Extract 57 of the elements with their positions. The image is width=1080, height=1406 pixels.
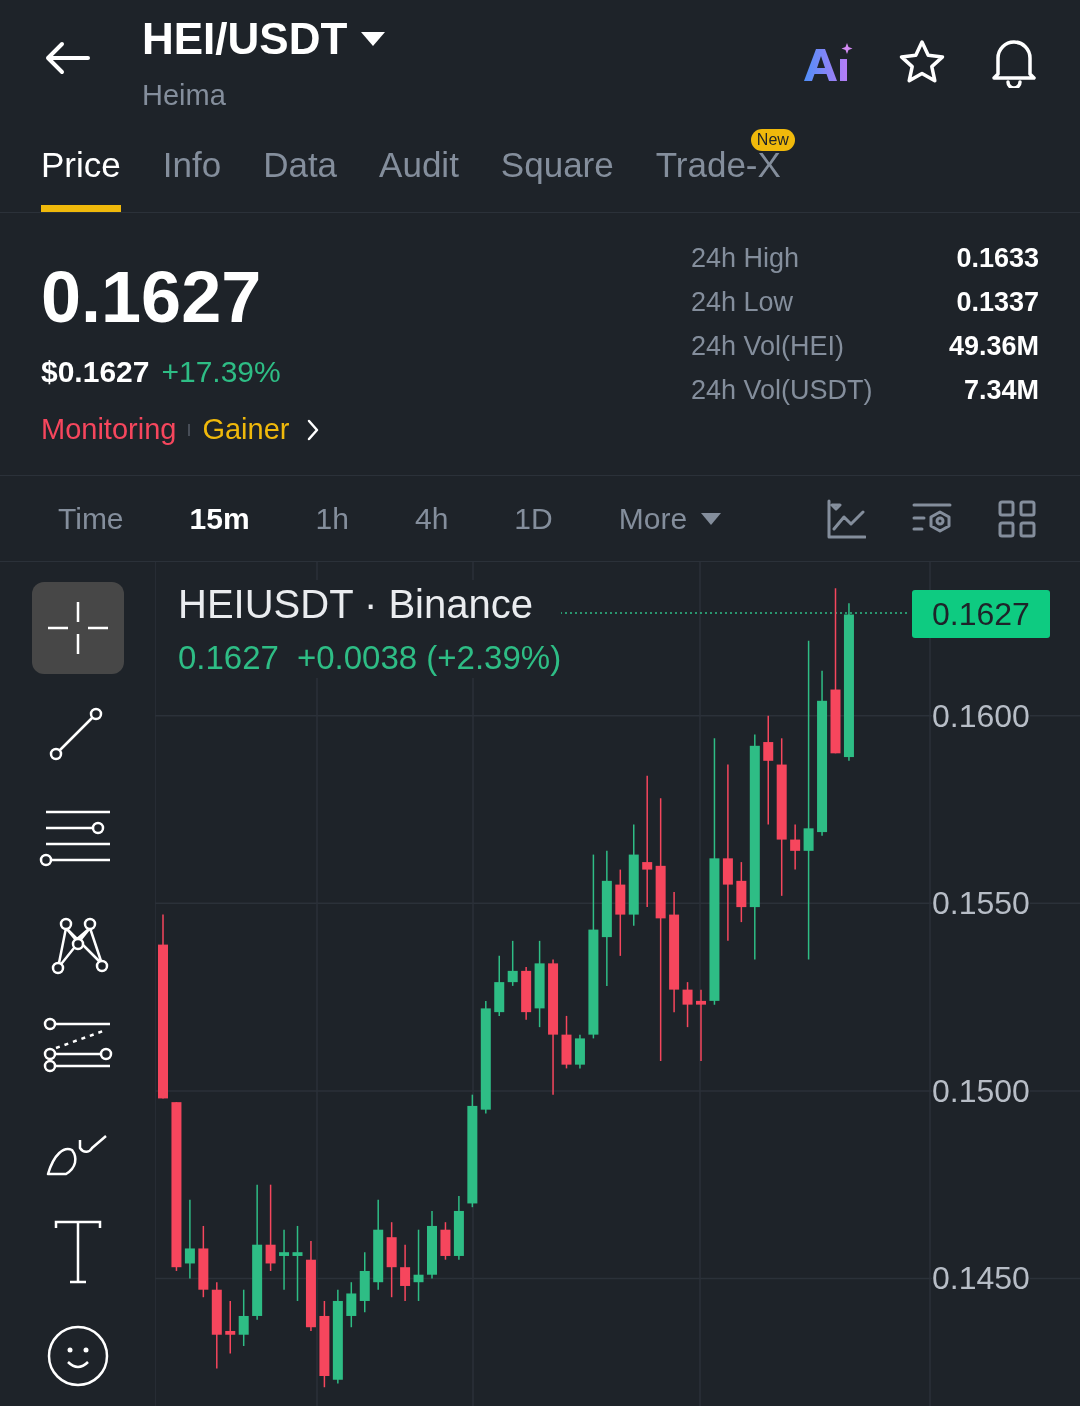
- tab[interactable]: Square: [500, 115, 614, 212]
- candle: [682, 981, 693, 1028]
- percent-change: +17.39%: [161, 354, 281, 390]
- price-change: +0.0038 (+2.39%): [296, 638, 562, 678]
- crosshair-tool-icon[interactable]: [31, 582, 124, 674]
- candle: [790, 823, 801, 871]
- tag-label[interactable]: Monitoring: [41, 408, 177, 452]
- current-price-tag: 0.1627: [912, 590, 1050, 638]
- close-price: 0.1627: [178, 638, 279, 678]
- candle: [279, 1228, 290, 1291]
- candle: [574, 1033, 585, 1070]
- candle: [494, 955, 505, 1017]
- caret-icon: [701, 512, 722, 525]
- chart-symbol: HEIUSDT · Binance: [178, 581, 534, 628]
- tag-label[interactable]: Gainer: [202, 408, 290, 452]
- candle: [427, 1210, 437, 1280]
- candle: [440, 1221, 451, 1261]
- candle: [225, 1300, 236, 1355]
- line-chart-icon[interactable]: [826, 498, 866, 539]
- interval-tab[interactable]: 1h: [315, 496, 349, 542]
- interval-tab[interactable]: 4h: [415, 496, 449, 542]
- new-badge: New: [750, 129, 795, 151]
- more-dropdown[interactable]: More: [618, 496, 722, 542]
- token-name: Heima: [142, 78, 227, 113]
- candle: [561, 1015, 572, 1070]
- grid-icon[interactable]: [998, 499, 1036, 538]
- interval-tab[interactable]: Time: [58, 496, 124, 542]
- last-price: 0.1627: [41, 257, 263, 337]
- stat-label: 24h High: [691, 242, 800, 275]
- candle: [736, 861, 747, 923]
- stat-value: 0.1337: [956, 286, 1039, 319]
- tab[interactable]: Trade-X New: [655, 115, 795, 212]
- candle: [238, 1288, 249, 1347]
- ai-icon[interactable]: [802, 41, 854, 83]
- candle: [453, 1195, 464, 1261]
- tab[interactable]: Audit: [379, 115, 459, 212]
- candle: [346, 1281, 357, 1328]
- stat-value: 7.34M: [963, 374, 1039, 407]
- usd-price: $0.1627: [41, 354, 150, 390]
- stat-label: 24h Vol(USDT): [691, 374, 873, 407]
- pair-title[interactable]: HEI/USDT: [142, 14, 348, 64]
- stat-value: 0.1633: [956, 242, 1039, 275]
- candle: [359, 1251, 370, 1313]
- tab[interactable]: Price: [41, 115, 121, 212]
- candle: [507, 940, 518, 987]
- stat-value: 49.36M: [948, 330, 1039, 363]
- candle: [400, 1243, 411, 1302]
- caret-icon[interactable]: [361, 32, 386, 46]
- tab[interactable]: Info: [162, 115, 222, 212]
- chevron-right-icon[interactable]: [307, 418, 320, 441]
- interval-tab[interactable]: 1D: [514, 496, 553, 542]
- tab[interactable]: Data: [263, 115, 338, 212]
- interval-tab[interactable]: 15m: [189, 496, 250, 542]
- stat-label: 24h Vol(HEI): [691, 330, 845, 363]
- star-icon[interactable]: [898, 39, 946, 85]
- candle: [521, 966, 532, 1021]
- stat-label: 24h Low: [691, 286, 794, 319]
